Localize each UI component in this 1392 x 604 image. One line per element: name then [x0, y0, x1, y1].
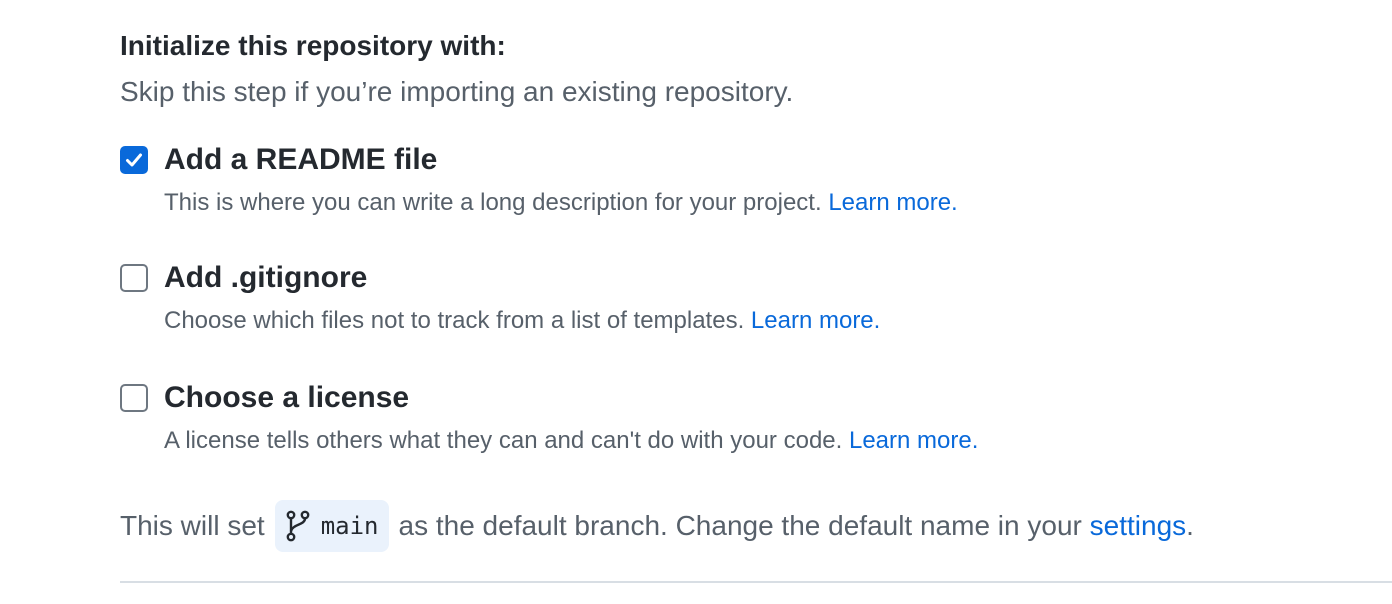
readme-option-title[interactable]: Add a README file — [164, 143, 437, 177]
checkmark-icon — [126, 153, 142, 167]
branch-notice-middle: as the default branch. Change the defaul… — [398, 510, 1082, 541]
default-branch-notice: This will set main as the default branch… — [120, 500, 1194, 552]
readme-checkbox[interactable] — [120, 146, 148, 174]
gitignore-checkbox[interactable] — [120, 264, 148, 292]
settings-link[interactable]: settings — [1090, 510, 1187, 542]
git-branch-icon — [286, 510, 310, 542]
license-checkbox[interactable] — [120, 384, 148, 412]
license-learn-more-link[interactable]: Learn more. — [849, 427, 978, 454]
section-subheading: Skip this step if you’re importing an ex… — [120, 76, 794, 107]
section-divider — [120, 581, 1392, 583]
license-description-text: A license tells others what they can and… — [164, 427, 849, 454]
readme-learn-more-link[interactable]: Learn more. — [828, 189, 957, 216]
readme-option-description: This is where you can write a long descr… — [164, 189, 958, 217]
gitignore-option-description: Choose which files not to track from a l… — [164, 307, 880, 335]
section-heading: Initialize this repository with: — [120, 30, 506, 61]
gitignore-option-title[interactable]: Add .gitignore — [164, 261, 367, 295]
license-option-description: A license tells others what they can and… — [164, 427, 978, 455]
branch-notice-suffix: . — [1186, 510, 1194, 541]
branch-name: main — [320, 512, 379, 540]
gitignore-description-text: Choose which files not to track from a l… — [164, 307, 751, 334]
license-option-title[interactable]: Choose a license — [164, 381, 409, 415]
branch-name-badge: main — [274, 500, 389, 552]
gitignore-learn-more-link[interactable]: Learn more. — [751, 307, 880, 334]
branch-notice-prefix: This will set — [120, 510, 265, 541]
readme-description-text: This is where you can write a long descr… — [164, 189, 829, 216]
